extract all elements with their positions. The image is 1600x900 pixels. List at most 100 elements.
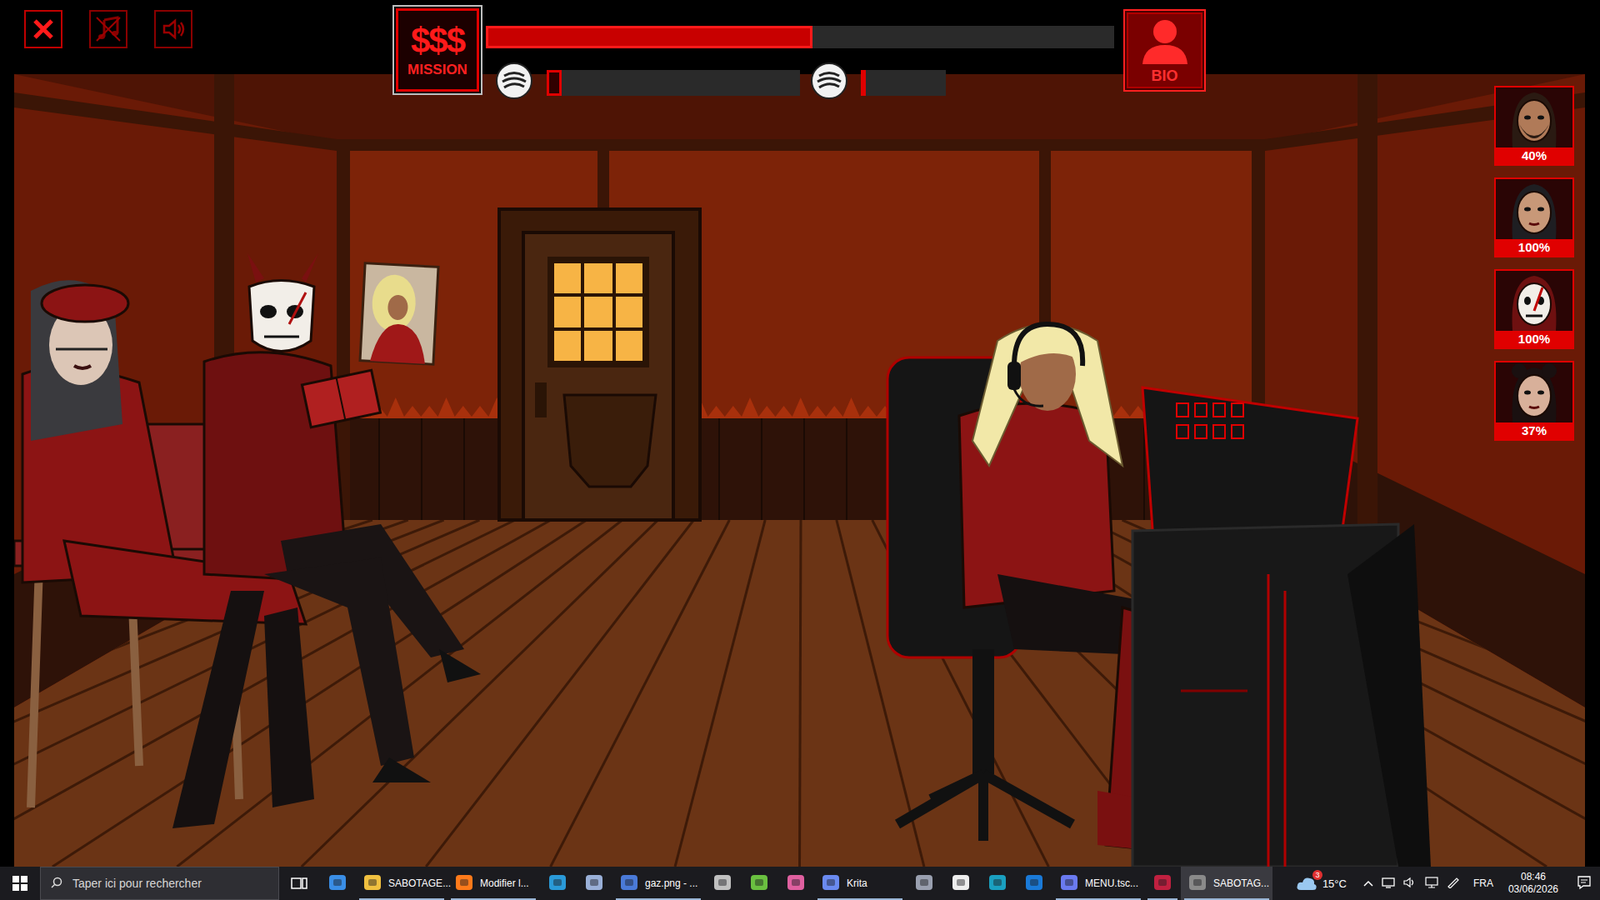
coin-icon xyxy=(495,61,534,104)
taskbar-item[interactable] xyxy=(942,866,980,900)
portrait-banner: 40% xyxy=(1495,147,1573,165)
team-percent: 37% xyxy=(1521,423,1547,438)
taskbar-item[interactable] xyxy=(1144,866,1181,900)
portrait-banner: 37% xyxy=(1495,422,1573,440)
resource-bar xyxy=(860,70,946,96)
bio-button[interactable]: BIO xyxy=(1123,9,1206,92)
running-indicator xyxy=(1055,898,1141,900)
close-button[interactable] xyxy=(24,10,63,49)
sound-button[interactable] xyxy=(154,10,193,49)
app-icon xyxy=(547,872,568,895)
task-view-icon xyxy=(290,875,308,891)
taskbar-item[interactable] xyxy=(740,866,778,900)
app-label: MENU.tsc... xyxy=(1085,877,1139,890)
team-portrait[interactable]: 40% xyxy=(1494,85,1575,166)
running-indicator xyxy=(1147,898,1178,900)
language-indicator[interactable]: FRA xyxy=(1473,877,1494,890)
taskbar-item[interactable] xyxy=(905,866,943,900)
taskbar-item[interactable]: MENU.tsc... xyxy=(1052,866,1145,900)
taskbar-item[interactable] xyxy=(777,866,815,900)
music-button[interactable] xyxy=(89,10,128,49)
app-icon xyxy=(820,872,841,895)
weather-badge: 3 xyxy=(1315,870,1320,880)
team-portrait[interactable]: 100% xyxy=(1494,269,1575,350)
app-icon xyxy=(584,872,605,895)
notification-icon[interactable] xyxy=(1576,875,1592,893)
search-box[interactable]: Taper ici pour rechercher xyxy=(40,866,280,900)
app-icon xyxy=(749,872,770,895)
taskbar: Taper ici pour rechercher SABOTAGE... Modi… xyxy=(0,866,1600,900)
resources-row xyxy=(495,61,1115,104)
taskbar-item[interactable] xyxy=(704,866,741,900)
pen-icon[interactable] xyxy=(1446,876,1460,891)
search-icon xyxy=(50,876,63,891)
app-icon xyxy=(1152,872,1173,895)
app-icon xyxy=(362,872,383,895)
app-icon xyxy=(454,872,475,895)
app-icon xyxy=(712,872,733,895)
taskbar-item[interactable] xyxy=(1015,866,1053,900)
start-button[interactable] xyxy=(0,866,40,900)
app-icon xyxy=(619,872,640,895)
speaker-icon xyxy=(159,15,188,44)
taskbar-item[interactable]: gaz.png - ... xyxy=(612,866,705,900)
team-portrait[interactable]: 100% xyxy=(1494,177,1575,258)
progress-panel xyxy=(485,25,1115,104)
bio-label: BIO xyxy=(1150,67,1178,85)
taskbar-item[interactable]: SABOTAG... xyxy=(1180,866,1273,900)
running-indicator xyxy=(450,898,536,900)
taskbar-item[interactable] xyxy=(539,866,576,900)
taskbar-item[interactable] xyxy=(575,866,613,900)
mission-progress-bar-fill xyxy=(485,25,813,49)
taskbar-item[interactable] xyxy=(319,866,356,900)
app-label: SABOTAG... xyxy=(1213,877,1270,890)
task-view-button[interactable] xyxy=(279,866,320,900)
mission-label: MISSION xyxy=(407,61,468,79)
weather-widget[interactable]: 315°C xyxy=(1295,875,1347,892)
running-indicator xyxy=(615,898,701,900)
controls xyxy=(24,10,193,49)
resource-bar xyxy=(546,70,800,96)
running-indicator xyxy=(817,898,903,900)
taskbar-item[interactable] xyxy=(979,866,1016,900)
volume-icon[interactable] xyxy=(1403,876,1417,891)
clock[interactable]: 08:4603/06/2026 xyxy=(1508,870,1559,896)
taskbar-item[interactable]: Modifier l... xyxy=(447,866,540,900)
mission-progress-bar xyxy=(485,25,1115,49)
app-icon xyxy=(1187,872,1208,895)
hud-header: $$$MISSIONBIO xyxy=(0,0,1600,75)
app-label: Modifier l... xyxy=(480,877,530,890)
app-icon xyxy=(987,872,1008,895)
portrait-banner: 100% xyxy=(1495,239,1573,256)
app-label: gaz.png - ... xyxy=(645,877,698,890)
weather-temp: 15°C xyxy=(1322,877,1347,890)
taskbar-item[interactable]: SABOTAGE... xyxy=(355,866,448,900)
team-portrait[interactable]: 37% xyxy=(1494,360,1575,441)
network-icon[interactable] xyxy=(1381,876,1395,891)
app-label: Krita xyxy=(846,877,868,890)
hideout-room xyxy=(14,74,1585,867)
running-indicator xyxy=(1184,898,1270,900)
display-icon[interactable] xyxy=(1425,876,1439,891)
taskbar-item[interactable]: Krita xyxy=(814,866,906,900)
team-percent: 40% xyxy=(1521,148,1547,163)
clock-date: 03/06/2026 xyxy=(1508,883,1559,896)
mission-symbol: $$$ xyxy=(410,21,465,60)
chevron-icon[interactable] xyxy=(1363,877,1374,890)
close-icon xyxy=(30,16,56,42)
search-placeholder: Taper ici pour rechercher xyxy=(72,876,202,890)
team-percent: 100% xyxy=(1518,331,1550,346)
app-icon xyxy=(1059,872,1080,895)
music-icon xyxy=(94,15,123,44)
mission-button[interactable]: $$$MISSION xyxy=(392,5,483,95)
app-icon xyxy=(327,872,348,895)
app-icon xyxy=(950,872,971,895)
app-label: SABOTAGE... xyxy=(388,877,451,890)
app-icon xyxy=(785,872,806,895)
character-portrait-icon xyxy=(1495,87,1573,148)
clock-time: 08:46 xyxy=(1520,870,1546,884)
portrait-banner: 100% xyxy=(1495,330,1573,348)
character-portrait-icon xyxy=(1495,270,1573,331)
app-icon xyxy=(914,872,935,895)
coin-icon xyxy=(810,61,849,104)
